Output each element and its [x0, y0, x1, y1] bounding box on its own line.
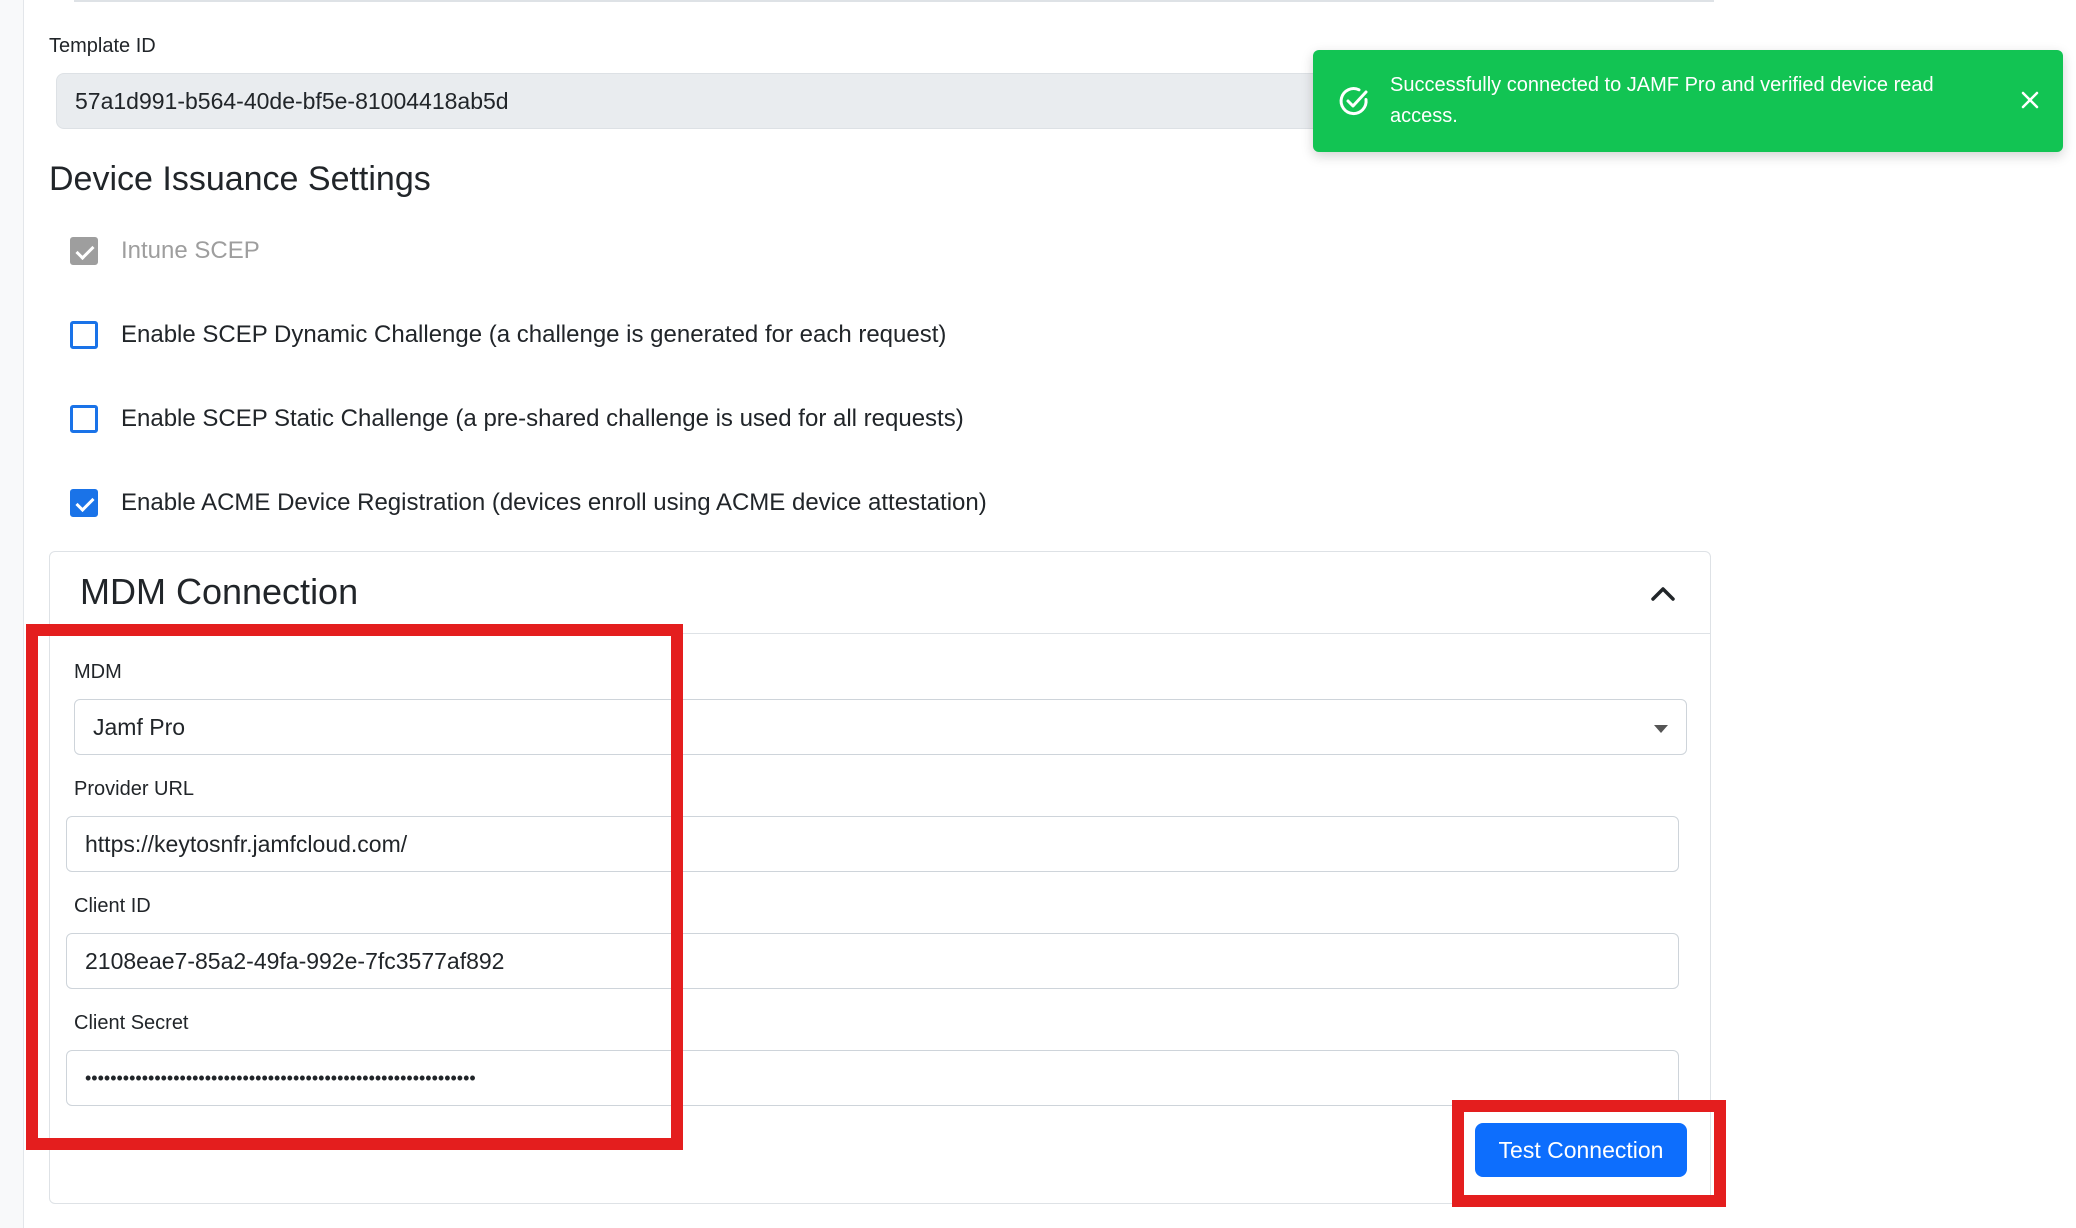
- option-acme-device-registration[interactable]: Enable ACME Device Registration (devices…: [70, 488, 987, 518]
- checkbox-scep-dynamic-challenge[interactable]: [70, 321, 98, 349]
- option-intune-scep: Intune SCEP: [70, 236, 260, 266]
- toast-message: Successfully connected to JAMF Pro and v…: [1390, 74, 1934, 127]
- mdm-connection-header[interactable]: MDM Connection: [50, 552, 1710, 634]
- checkbox-intune-scep: [70, 237, 98, 265]
- caret-down-icon: [1654, 725, 1668, 733]
- checkbox-scep-static-challenge[interactable]: [70, 405, 98, 433]
- option-label-scep-static[interactable]: Enable SCEP Static Challenge (a pre-shar…: [121, 405, 964, 433]
- mdm-connection-title: MDM Connection: [80, 571, 359, 612]
- option-scep-static-challenge[interactable]: Enable SCEP Static Challenge (a pre-shar…: [70, 404, 964, 434]
- check-circle-icon: [1339, 87, 1368, 116]
- top-divider: [74, 0, 1714, 2]
- page: Template ID 57a1d991-b564-40de-bf5e-8100…: [0, 0, 2076, 1228]
- option-label-scep-dynamic[interactable]: Enable SCEP Dynamic Challenge (a challen…: [121, 321, 946, 349]
- option-scep-dynamic-challenge[interactable]: Enable SCEP Dynamic Challenge (a challen…: [70, 320, 946, 350]
- success-toast: Successfully connected to JAMF Pro and v…: [1313, 50, 2063, 152]
- option-label-acme[interactable]: Enable ACME Device Registration (devices…: [121, 489, 987, 517]
- option-label-intune-scep: Intune SCEP: [121, 237, 260, 264]
- chevron-up-icon[interactable]: [1649, 580, 1677, 608]
- highlight-box-mdm-fields: [26, 624, 683, 1150]
- checkbox-acme-device-registration[interactable]: [70, 489, 98, 517]
- device-issuance-title: Device Issuance Settings: [49, 160, 431, 198]
- highlight-box-test-button: [1452, 1100, 1726, 1207]
- close-icon[interactable]: [2019, 89, 2041, 111]
- left-gutter: [0, 0, 24, 1228]
- template-id-label: Template ID: [49, 35, 156, 57]
